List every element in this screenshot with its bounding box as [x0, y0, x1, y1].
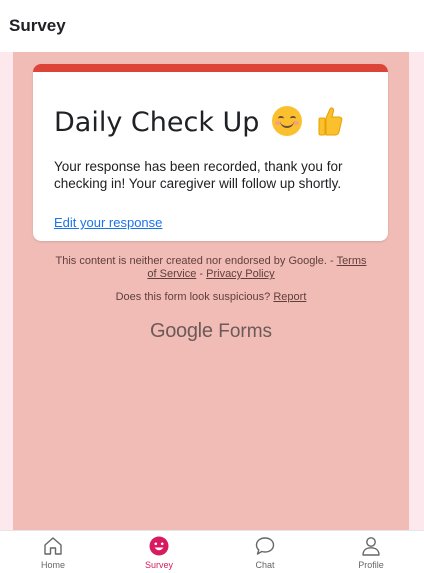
nav-label-survey: Survey: [144, 560, 173, 570]
nav-item-survey[interactable]: Survey: [106, 531, 212, 573]
nav-item-profile[interactable]: Profile: [318, 531, 424, 573]
nav-item-chat[interactable]: Chat: [212, 531, 318, 573]
google-disclaimer: This content is neither created nor endo…: [53, 255, 369, 281]
survey-webview: Daily Check Up Your response has been re…: [0, 52, 424, 530]
nav-label-home: Home: [40, 560, 65, 570]
nav-label-profile: Profile: [358, 560, 384, 570]
nav-item-home[interactable]: Home: [0, 531, 106, 573]
suspicious-question: Does this form look suspicious?: [115, 291, 271, 303]
form-title-row: Daily Check Up: [54, 106, 343, 140]
form-title: Daily Check Up: [54, 107, 260, 138]
logo-forms-text: Forms: [218, 321, 273, 342]
edit-response-link[interactable]: Edit your response: [54, 215, 162, 230]
card-accent-bar: [33, 64, 388, 72]
suspicious-form-row: Does this form look suspicious? Report: [53, 291, 369, 303]
google-forms-logo[interactable]: Google Forms: [53, 320, 369, 343]
smile-icon: [149, 536, 169, 556]
person-icon: [362, 537, 380, 556]
bottom-navigation: Home Survey Chat Profile: [0, 530, 424, 573]
logo-google-text: Google: [149, 320, 213, 342]
form-background: Daily Check Up Your response has been re…: [13, 52, 409, 530]
disclaimer-text: This content is neither created nor endo…: [55, 255, 334, 267]
chat-icon: [255, 537, 275, 555]
app-header: Survey: [0, 0, 424, 52]
smiling-face-icon: [272, 106, 303, 136]
report-link[interactable]: Report: [273, 291, 306, 303]
confirmation-message: Your response has been recorded, thank y…: [54, 159, 343, 191]
thumbs-up-icon: [318, 107, 343, 136]
disclaimer-separator: -: [199, 268, 204, 280]
privacy-policy-link[interactable]: Privacy Policy: [206, 268, 274, 280]
home-icon: [44, 537, 62, 555]
page-title: Survey: [9, 16, 66, 35]
nav-label-chat: Chat: [255, 560, 275, 570]
confirmation-card: Daily Check Up Your response has been re…: [33, 64, 388, 241]
